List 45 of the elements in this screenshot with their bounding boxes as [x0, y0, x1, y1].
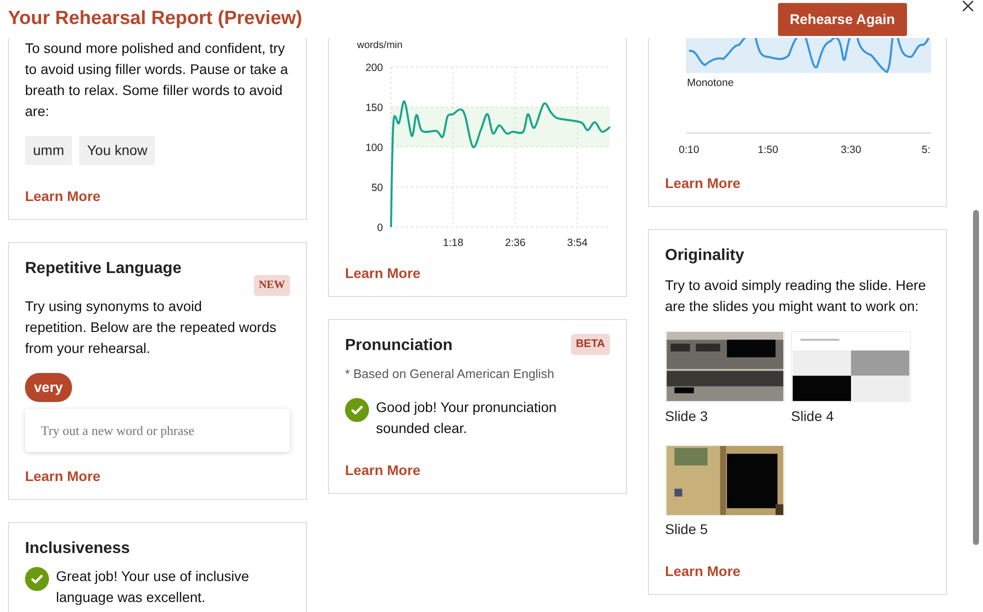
band-label: Monotone [687, 77, 734, 89]
slide-label: Slide 5 [665, 520, 709, 539]
axis-tick-label: 0:10 [678, 144, 700, 156]
axis-tick-label: 2:36 [505, 237, 526, 249]
scrollbar-thumb[interactable] [973, 210, 979, 545]
result-text: Great job! Your use of inclusive language was excellent. [56, 567, 250, 607]
axis-tick-label: 100 [365, 142, 383, 154]
word-input-field[interactable]: Try out a new word or phrase [25, 408, 290, 452]
axis-tick-label: 150 [365, 102, 383, 114]
axis-tick-label: 5: [922, 144, 930, 156]
footnote-text: * Based on General American English [345, 366, 556, 383]
description-text: Try to avoid simply reading the slide. Here are the slides you might want to work on: [665, 276, 927, 316]
close-icon[interactable] [962, 0, 974, 12]
axis-label: words/min [357, 41, 403, 51]
axis-tick-label: 3:30 [840, 144, 862, 156]
learn-more-link[interactable]: Learn More [25, 186, 100, 207]
axis-tick-label: 3:54 [567, 237, 588, 249]
report-title: Your Rehearsal Report (Preview) [8, 6, 302, 31]
checkmark-icon [25, 567, 49, 591]
description-text: Try using synonyms to avoid repetition. Below are the repeated words from your rehearsal. [25, 296, 278, 358]
filler-word-tag: You know [79, 136, 156, 165]
axis-tick-label: 0 [377, 222, 383, 234]
card-title: Pronunciation [345, 336, 453, 356]
rehearse-again-button[interactable]: Rehearse Again [778, 2, 907, 36]
badge-label: BETA [570, 334, 610, 354]
axis-tick-label: 1:18 [442, 237, 464, 249]
axis-tick-label: 200 [365, 62, 383, 74]
filler-word-tag: umm [25, 136, 72, 165]
slide-label: Slide 3 [665, 406, 709, 426]
learn-more-link[interactable]: Learn More [345, 460, 420, 481]
learn-more-link[interactable]: Learn More [665, 173, 740, 194]
learn-more-link[interactable]: Learn More [345, 263, 420, 284]
slide-label: Slide 4 [791, 406, 835, 426]
description-text: To sound more polished and confident, try to avoid using filler words. Pause or take a breath to relax. Some filler words to avoid are: [25, 39, 290, 121]
axis-tick-label: 1:50 [758, 144, 778, 156]
card-title: Inclusiveness [25, 539, 130, 559]
learn-more-link[interactable]: Learn More [25, 466, 100, 487]
axis-tick-label: 50 [371, 182, 383, 194]
learn-more-link[interactable]: Learn More [665, 561, 740, 582]
card-title: Originality [665, 246, 744, 266]
card-title: Repetitive Language [25, 259, 182, 279]
repeated-word-tag[interactable]: very [25, 372, 72, 402]
badge-label: NEW [254, 275, 290, 296]
result-text: Good job! Your pronunciation sounded clear. [376, 398, 558, 438]
checkmark-icon [345, 398, 369, 422]
